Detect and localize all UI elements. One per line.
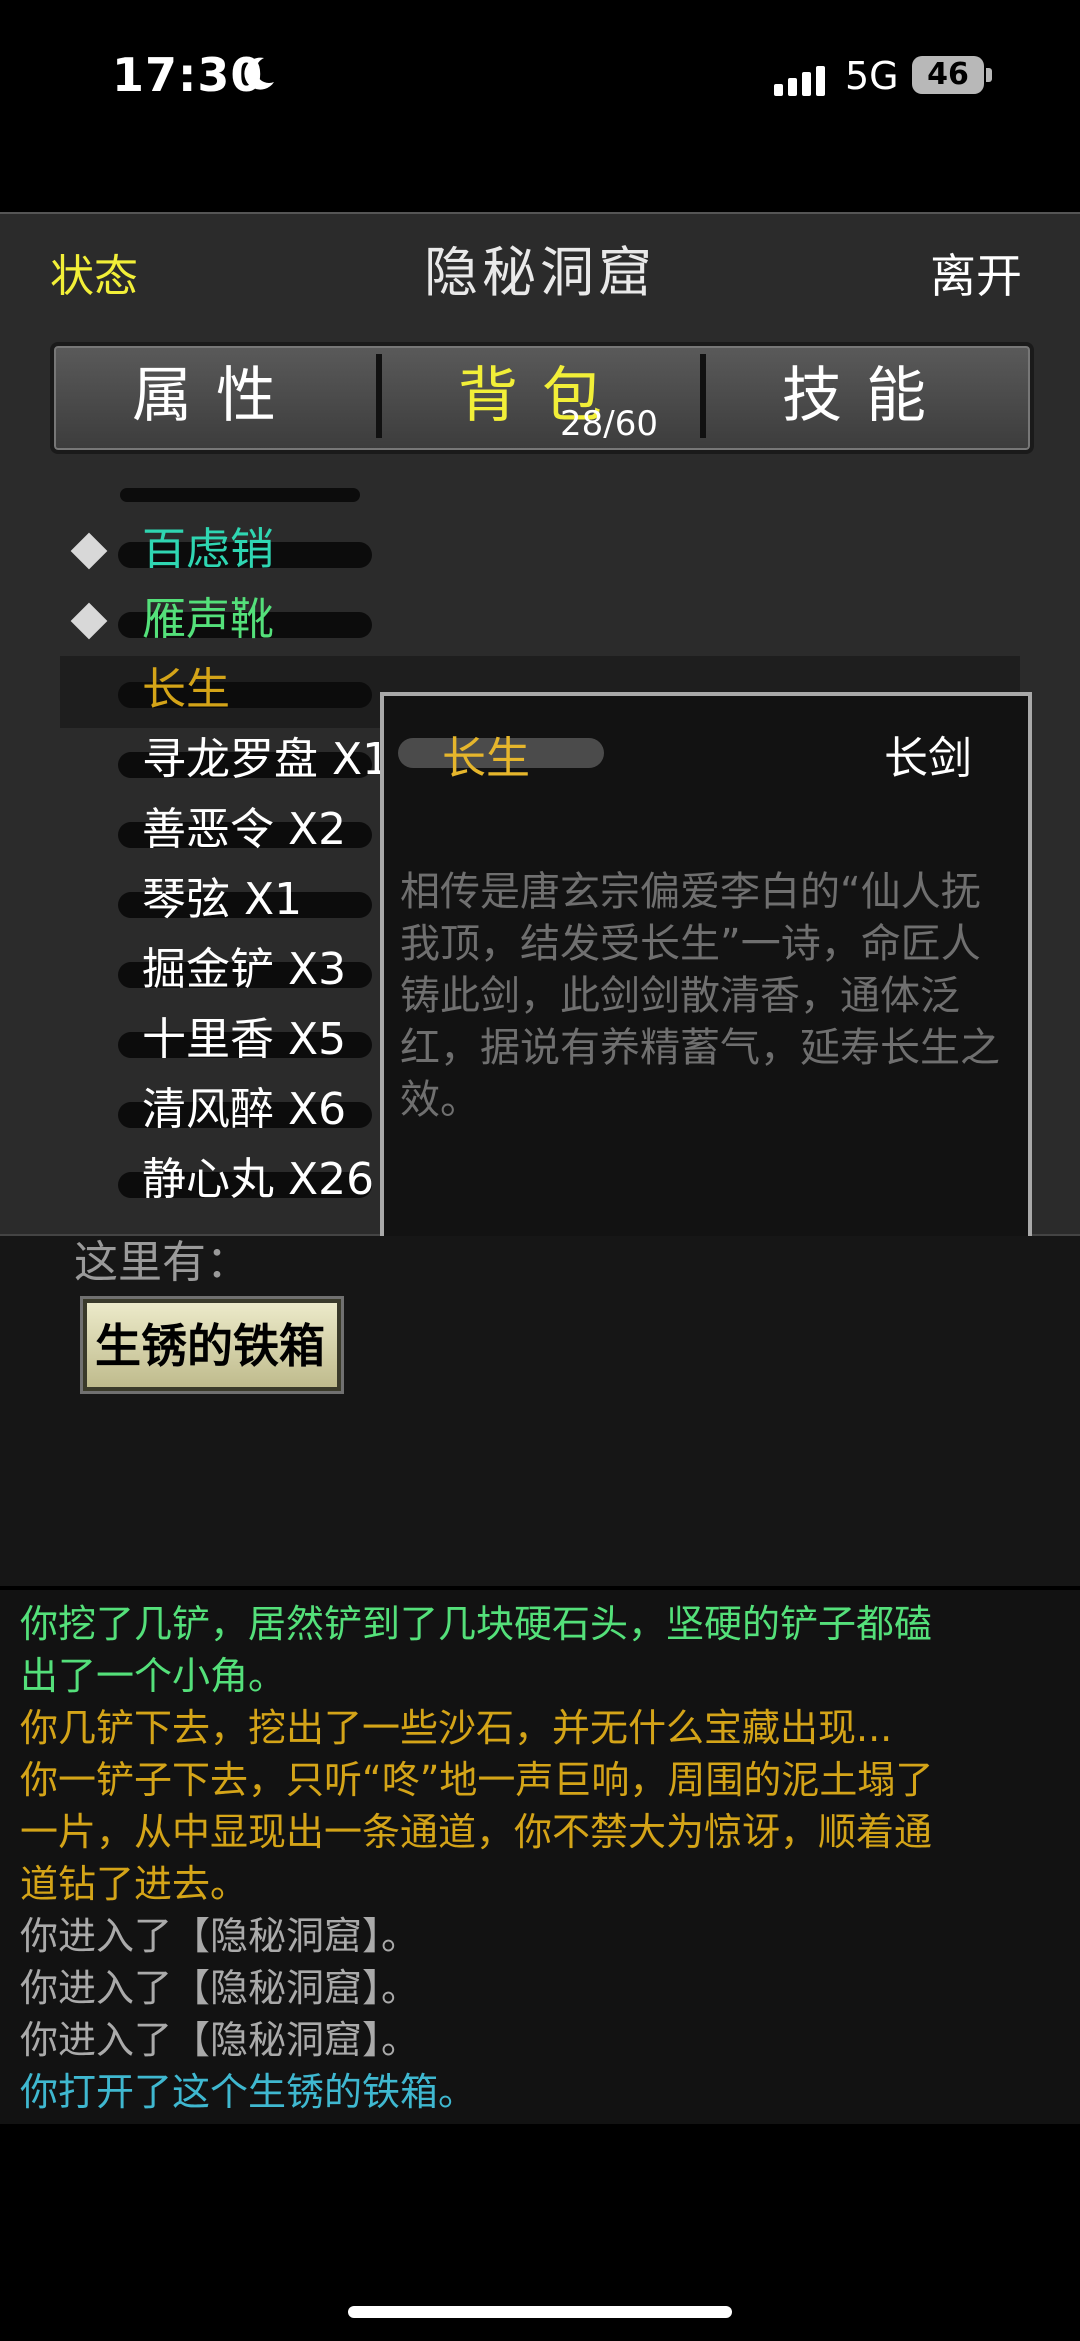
tab-skills[interactable]: 技能 (706, 342, 1026, 450)
moon-icon (244, 57, 274, 90)
inventory-item[interactable]: 长生 (142, 660, 230, 720)
inventory-item[interactable]: 寻龙罗盘 X1 (142, 730, 390, 790)
log-line: 道钻了进去。 (20, 1862, 249, 1906)
inventory-item[interactable]: 琴弦 X1 (142, 870, 302, 930)
inventory-item[interactable]: 善恶令 X2 (142, 800, 346, 860)
log-line: 你进入了【隐秘洞窟】。 (20, 2018, 420, 2062)
inventory-item[interactable]: 清风醉 X6 (142, 1080, 346, 1140)
log-line: 一片，从中显现出一条通道，你不禁大为惊讶，顺着通 (20, 1810, 933, 1854)
detail-item-type: 长剑 (884, 733, 972, 784)
log-line: 你进入了【隐秘洞窟】。 (20, 1966, 420, 2010)
detail-description: 相传是唐玄宗偏爱李白的“仙人抚我顶，结发受长生”一诗，命匠人铸此剑，此剑剑散清香… (400, 869, 1000, 1123)
leave-button[interactable]: 离开 (930, 240, 1022, 306)
detail-item-name: 长生 (442, 733, 530, 784)
battery-tip (986, 68, 992, 82)
inventory-item[interactable]: 十里香 X5 (142, 1010, 346, 1070)
rusty-chest-label: 生锈的铁箱 (95, 1319, 325, 1373)
log-line: 你一铲子下去，只听“咚”地一声巨响，周围的泥土塌了 (20, 1758, 934, 1802)
inventory-item[interactable]: 静心丸 X26 (142, 1150, 374, 1210)
home-indicator[interactable] (348, 2306, 732, 2318)
tab-attributes[interactable]: 属性 (56, 342, 376, 450)
battery-icon: 46 (912, 56, 984, 94)
signal-icon (774, 66, 825, 96)
inventory-item[interactable]: 雁声靴 (142, 590, 274, 650)
log-line: 你进入了【隐秘洞窟】。 (20, 1914, 420, 1958)
here-label: 这里有： (74, 1237, 250, 1288)
inventory-item[interactable]: 百虑销 (142, 520, 274, 580)
location-title: 隐秘洞窟 (424, 241, 656, 304)
inventory-item[interactable]: 掘金铲 X3 (142, 940, 346, 1000)
log-line: 出了一个小角。 (20, 1654, 287, 1698)
log-line: 你几铲下去，挖出了一些沙石，并无什么宝藏出现... (20, 1706, 893, 1750)
item-shadow (120, 488, 360, 502)
network-label: 5G (845, 54, 899, 98)
bag-count: 28/60 (560, 404, 658, 444)
log-line: 你挖了几铲，居然铲到了几块硬石头，坚硬的铲子都磕 (20, 1602, 933, 1646)
log-line: 你打开了这个生锈的铁箱。 (20, 2070, 477, 2114)
